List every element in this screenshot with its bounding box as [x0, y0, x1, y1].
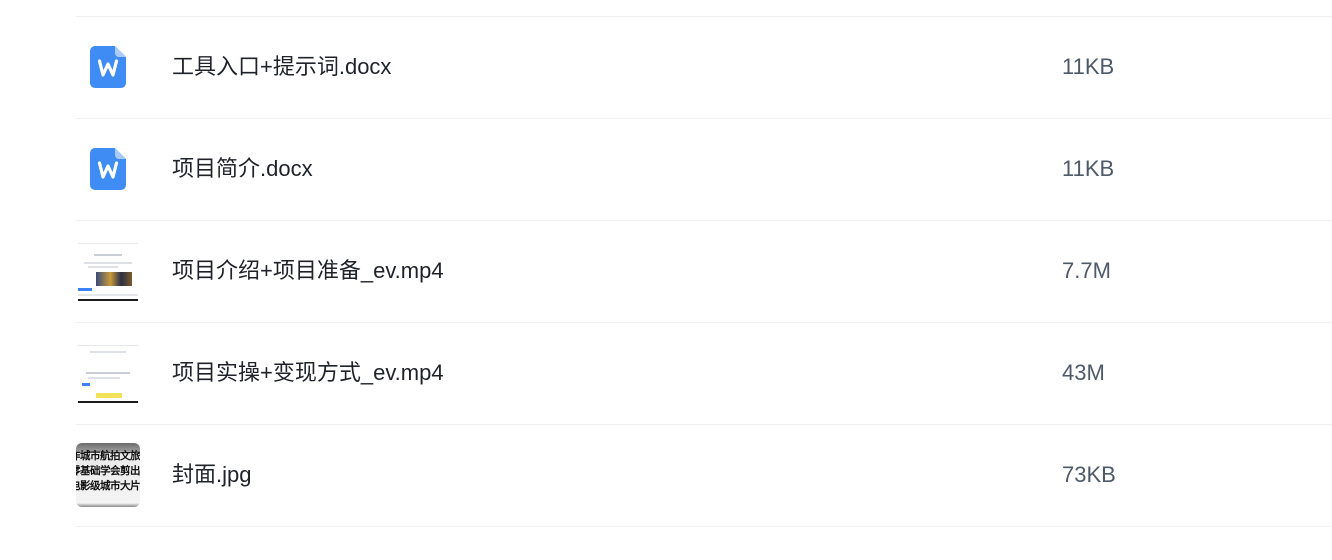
file-thumbnail: [76, 35, 140, 99]
thumbnail-text: 零基础学会剪出: [76, 465, 140, 477]
file-size: 43M: [1062, 360, 1105, 385]
file-thumbnail: [76, 137, 140, 201]
file-size: 7.7M: [1062, 258, 1111, 283]
file-thumbnail: [76, 341, 140, 405]
video-thumbnail: [78, 243, 138, 301]
file-name[interactable]: 工具入口+提示词.docx: [172, 53, 391, 81]
file-name[interactable]: 封面.jpg: [172, 461, 251, 489]
file-row[interactable]: 项目简介.docx 11KB: [76, 119, 1332, 221]
file-thumbnail: [76, 239, 140, 303]
file-size: 11KB: [1062, 54, 1115, 79]
file-row[interactable]: 作城市航拍文旅 零基础学会剪出 电影级城市大片 封面.jpg 73KB: [76, 425, 1332, 527]
file-row[interactable]: 项目实操+变现方式_ev.mp4 43M: [76, 323, 1332, 425]
word-document-icon: [90, 148, 126, 190]
file-name[interactable]: 项目实操+变现方式_ev.mp4: [172, 359, 444, 387]
word-document-icon: [90, 46, 126, 88]
thumbnail-text: 作城市航拍文旅: [76, 450, 140, 462]
file-name[interactable]: 项目简介.docx: [172, 155, 313, 183]
file-name[interactable]: 项目介绍+项目准备_ev.mp4: [172, 257, 444, 285]
file-row[interactable]: 项目介绍+项目准备_ev.mp4 7.7M: [76, 221, 1332, 323]
file-thumbnail: 作城市航拍文旅 零基础学会剪出 电影级城市大片: [76, 443, 140, 507]
file-size: 11KB: [1062, 156, 1115, 181]
file-list: 工具入口+提示词.docx 11KB 项目简介.docx 11KB 项目介绍+项…: [76, 16, 1332, 527]
thumbnail-text: 电影级城市大片: [76, 480, 140, 492]
file-size: 73KB: [1062, 462, 1116, 487]
file-row[interactable]: 工具入口+提示词.docx 11KB: [76, 17, 1332, 119]
image-thumbnail: 作城市航拍文旅 零基础学会剪出 电影级城市大片: [76, 443, 140, 507]
video-thumbnail: [78, 345, 138, 403]
